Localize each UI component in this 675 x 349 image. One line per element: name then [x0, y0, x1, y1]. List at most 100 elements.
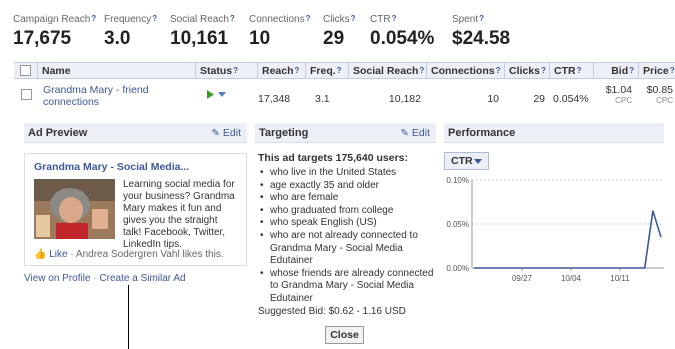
targeting-edit-link[interactable]: ✎ Edit [401, 123, 430, 144]
col-reach[interactable]: Reach? [258, 63, 306, 79]
help-icon[interactable]: ? [496, 66, 501, 75]
help-icon[interactable]: ? [577, 66, 582, 75]
help-icon[interactable]: ? [230, 14, 235, 23]
table-header: Name Status? Reach? Freq.? Social Reach?… [14, 62, 675, 79]
col-label: Social Reach [353, 65, 419, 77]
stat-label: Social Reach [170, 14, 229, 25]
ad-body: Learning social media for your business?… [123, 179, 235, 251]
select-all-cell [14, 63, 38, 79]
targeting-list: who live in the United States age exactl… [258, 167, 438, 306]
y-tick-label: 0.10% [446, 176, 469, 185]
help-icon[interactable]: ? [306, 14, 311, 23]
cell-freq: 3.1 [315, 93, 330, 105]
stat-value: 3.0 [104, 28, 131, 49]
ad-name-link[interactable]: Grandma Mary - friend connections [43, 84, 149, 108]
list-item-text: who are not already connected to [270, 229, 418, 241]
help-icon[interactable]: ? [629, 66, 634, 75]
row-checkbox[interactable] [21, 89, 32, 100]
col-connections[interactable]: Connections? [427, 63, 505, 79]
help-icon[interactable]: ? [295, 66, 300, 75]
cell-connections: 10 [487, 93, 499, 105]
col-label: Price [643, 65, 669, 77]
stat-connections: Connections? 10 [249, 14, 310, 50]
stat-social-reach: Social Reach? 10,161 [170, 14, 235, 50]
col-freq[interactable]: Freq.? [306, 63, 349, 79]
stat-label: Connections [249, 14, 305, 25]
bid-unit: CPC [615, 96, 632, 105]
help-icon[interactable]: ? [233, 66, 238, 75]
ad-photo-icon [34, 179, 115, 239]
help-icon[interactable]: ? [479, 14, 484, 23]
performance-header: Performance [444, 123, 664, 143]
price-unit: CPC [656, 96, 673, 105]
col-status[interactable]: Status? [196, 63, 258, 79]
list-item: whose friends are already connected to G… [258, 268, 438, 306]
ad-preview-links: View on Profile · Create a Similar Ad [24, 273, 186, 284]
list-item-text: who are female [270, 192, 339, 204]
list-item-text: who live in the United States [270, 167, 397, 178]
targeting-headline: This ad targets 175,640 users: [258, 152, 408, 164]
stat-label: Spent [452, 14, 479, 25]
x-tick-label: 10/11 [610, 274, 630, 283]
help-icon[interactable]: ? [351, 14, 356, 23]
col-label: Bid [611, 65, 629, 77]
create-similar-ad-link[interactable]: Create a Similar Ad [99, 273, 185, 284]
ad-preview-edit-link[interactable]: ✎ Edit [212, 123, 241, 144]
cell-reach: 17,348 [258, 93, 291, 105]
x-tick-label: 10/04 [561, 274, 582, 283]
table-row: Grandma Mary - friend connections 17,348… [14, 80, 675, 114]
help-icon[interactable]: ? [419, 66, 424, 75]
col-price[interactable]: Price? [639, 63, 675, 79]
col-social-reach[interactable]: Social Reach? [349, 63, 427, 79]
help-icon[interactable]: ? [152, 14, 157, 23]
cell-bid: $1.04 CPC [594, 84, 632, 105]
callout-line [128, 285, 129, 349]
like-row: 👍 Like · Andrea Sodergren Vahl likes thi… [34, 249, 224, 260]
ad-body-line: your business? Grandma [123, 191, 235, 202]
view-on-profile-link[interactable]: View on Profile [24, 273, 91, 284]
pencil-icon: ✎ [211, 128, 220, 139]
col-label: Connections [431, 65, 495, 77]
ad-image[interactable] [34, 179, 115, 239]
metric-value: CTR [451, 155, 473, 167]
ad-title-link[interactable]: Grandma Mary - Social Media... [34, 161, 189, 173]
ad-body-line: Mary makes it fun and [123, 203, 222, 214]
list-item: who live in the United States [258, 167, 438, 180]
col-clicks[interactable]: Clicks? [505, 63, 550, 79]
stat-value: $24.58 [452, 28, 511, 49]
stat-label: Campaign Reach [13, 14, 91, 25]
col-label: Status [200, 65, 233, 77]
stat-campaign-reach: Campaign Reach? 17,675 [13, 14, 96, 50]
help-icon[interactable]: ? [541, 66, 546, 75]
select-all-checkbox[interactable] [20, 65, 31, 76]
cell-social-reach: 10,182 [388, 93, 421, 105]
help-icon[interactable]: ? [392, 14, 397, 23]
stat-value: 0.054% [370, 28, 435, 49]
help-icon[interactable]: ? [91, 14, 96, 23]
status-control[interactable] [206, 89, 228, 103]
list-item-text: whose friends are already connected [270, 267, 434, 279]
list-item-text: Edutainer [270, 292, 313, 304]
stat-ctr: CTR? 0.054% [370, 14, 434, 50]
help-icon[interactable]: ? [670, 66, 675, 75]
targeting-header: Targeting ✎ Edit [255, 123, 436, 143]
col-name[interactable]: Name [38, 63, 196, 79]
y-tick-label: 0.05% [446, 220, 469, 229]
list-item-text: to Grandma Mary - Social Media [270, 280, 414, 292]
close-button[interactable]: Close [325, 326, 364, 344]
metric-select[interactable]: CTR [444, 152, 489, 170]
suggested-bid: Suggested Bid: $0.62 - 1.16 USD [258, 306, 406, 317]
help-icon[interactable]: ? [337, 66, 342, 75]
ctr-chart: 0.10% 0.05% 0.00% 09/27 10/04 10/11 [446, 176, 664, 283]
like-link[interactable]: Like [49, 249, 67, 260]
col-bid[interactable]: Bid? [594, 63, 639, 79]
list-item: who are female [258, 192, 438, 205]
list-item-text: who speak English (US) [270, 217, 377, 229]
stat-value: 10,161 [170, 28, 229, 49]
edit-label: Edit [411, 127, 430, 139]
link-separator: · [93, 273, 97, 284]
col-ctr[interactable]: CTR? [550, 63, 594, 79]
stat-value: 17,675 [13, 28, 72, 49]
ad-preview-header: Ad Preview ✎ Edit [24, 123, 247, 143]
stat-frequency: Frequency? 3.0 [104, 14, 157, 50]
